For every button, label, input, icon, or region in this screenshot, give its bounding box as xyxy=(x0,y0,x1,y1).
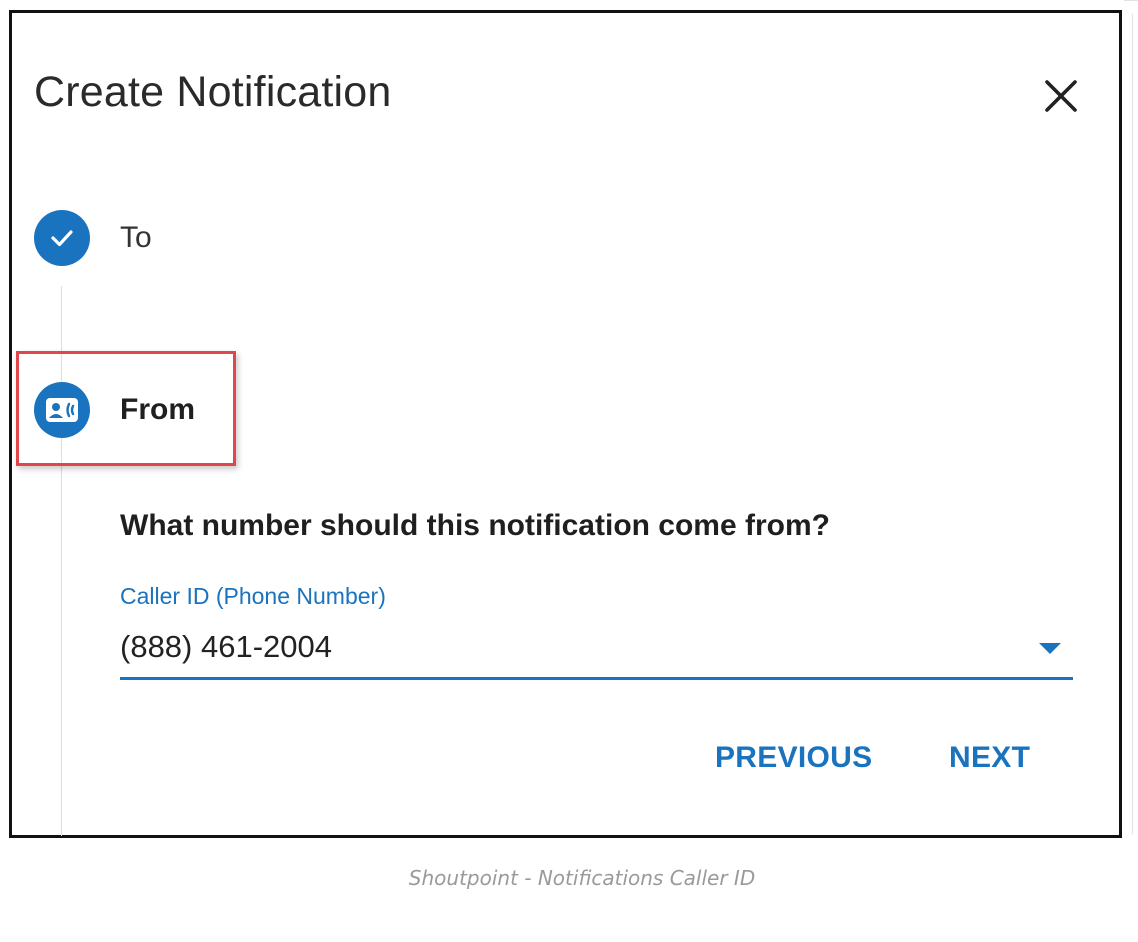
step-to-indicator[interactable] xyxy=(34,210,90,266)
page-divider-top xyxy=(1124,0,1138,1)
caller-id-value: (888) 461-2004 xyxy=(120,629,332,664)
next-button[interactable]: NEXT xyxy=(949,741,1030,775)
from-question: What number should this notification com… xyxy=(120,509,830,542)
step-to-label[interactable]: To xyxy=(120,221,152,255)
create-notification-dialog: Create Notification To From What number … xyxy=(9,10,1122,838)
dialog-title: Create Notification xyxy=(34,68,392,116)
previous-button[interactable]: PREVIOUS xyxy=(715,741,872,775)
step-from-highlight xyxy=(16,351,236,466)
check-icon xyxy=(51,230,73,247)
caller-id-label: Caller ID (Phone Number) xyxy=(120,583,386,609)
close-button[interactable] xyxy=(1038,73,1084,119)
close-icon xyxy=(1045,80,1077,112)
image-caption: Shoutpoint - Notifications Caller ID xyxy=(408,866,756,890)
caller-id-select[interactable]: (888) 461-2004 xyxy=(120,619,1073,680)
dropdown-arrow-icon xyxy=(1039,643,1061,654)
page-divider-vertical xyxy=(1132,14,1133,834)
